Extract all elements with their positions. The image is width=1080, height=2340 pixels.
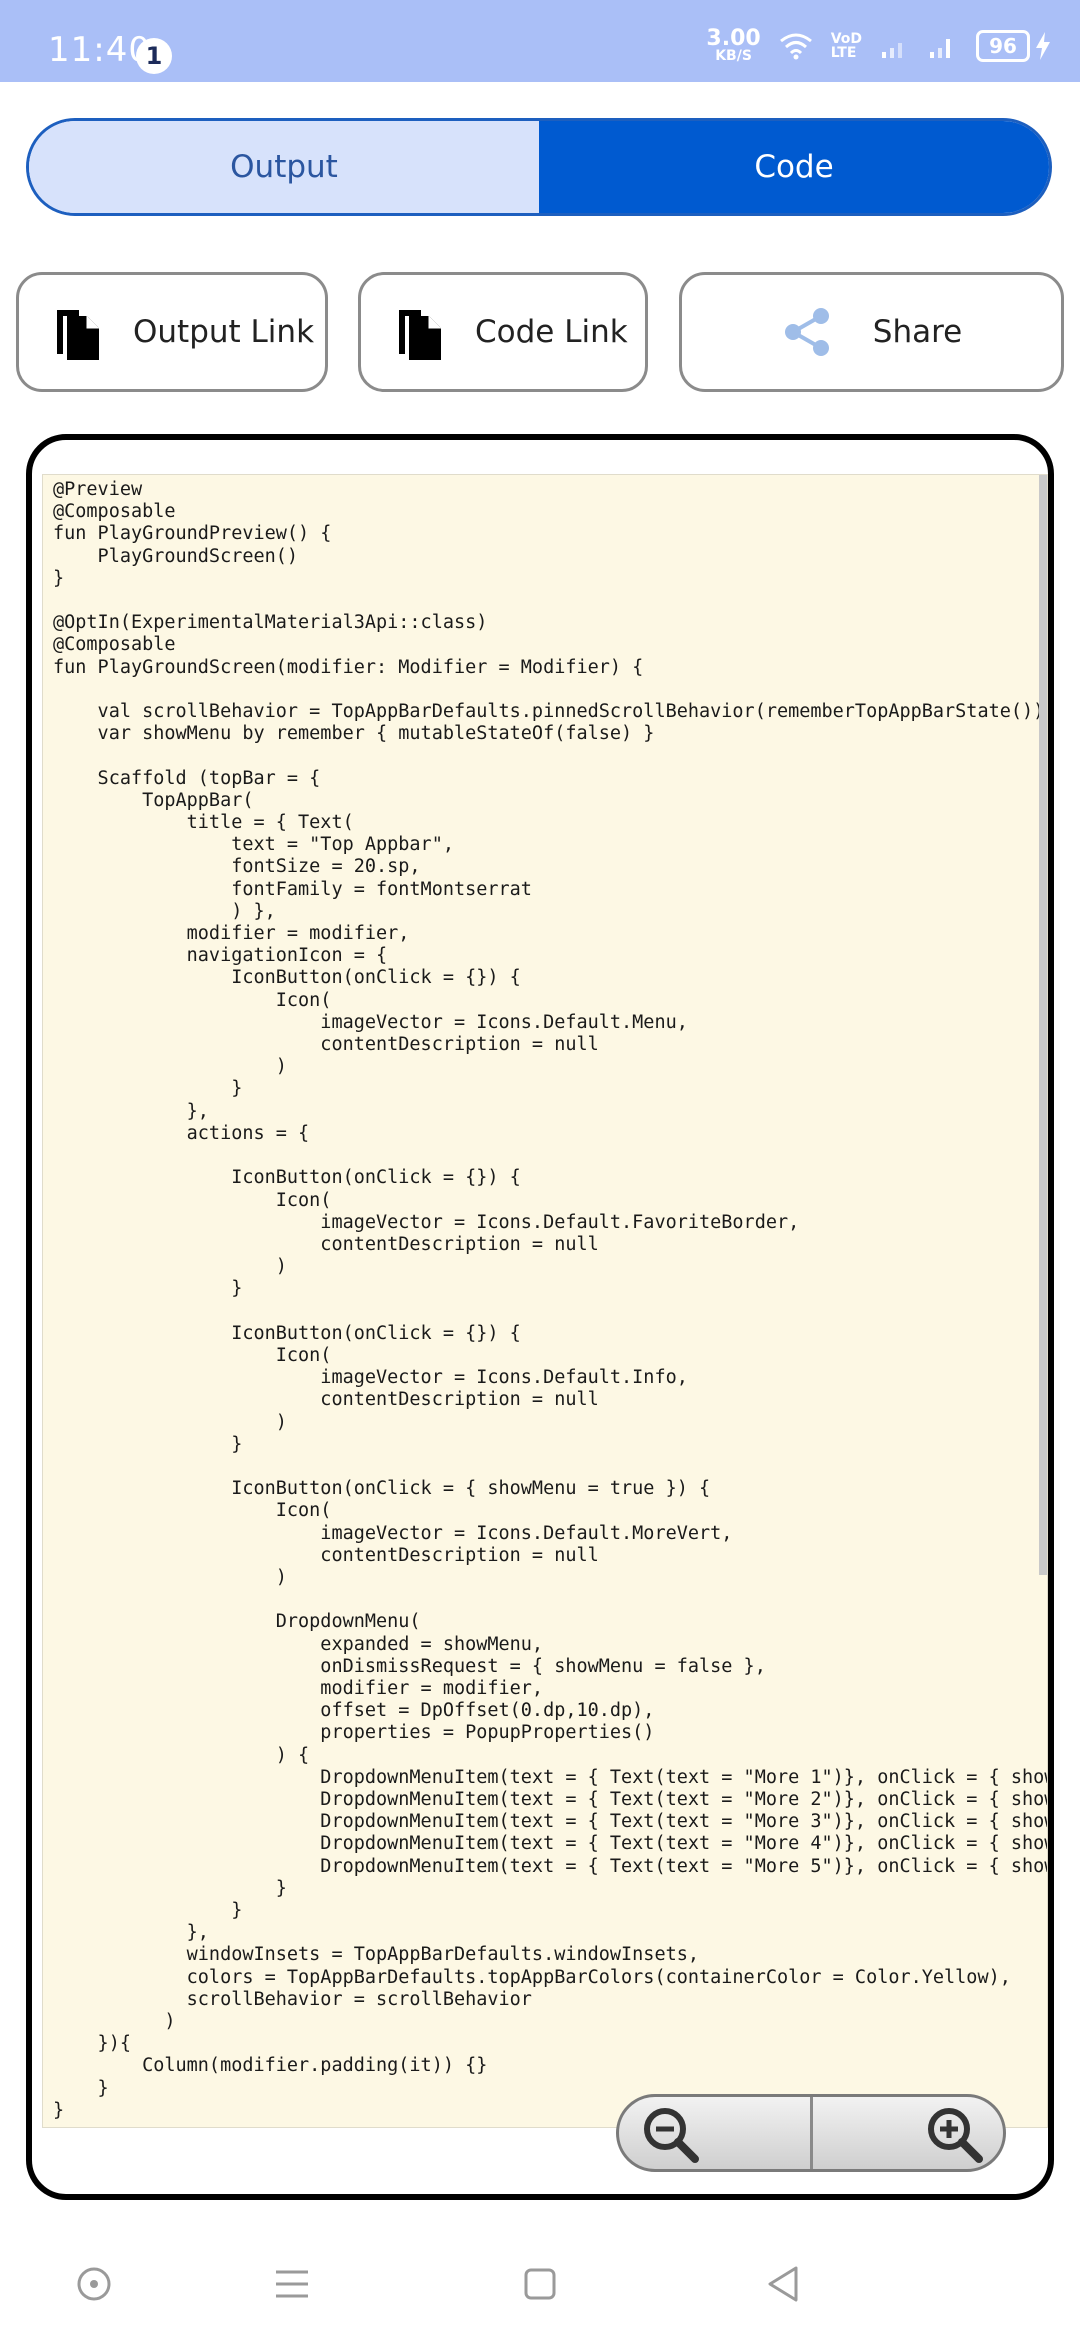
copy-file-icon <box>57 310 99 360</box>
assistant-icon[interactable] <box>72 2262 116 2306</box>
zoom-control <box>616 2094 1006 2172</box>
notification-badge: 1 <box>136 38 172 74</box>
home-icon[interactable] <box>518 2262 562 2306</box>
code-scroll-area[interactable]: @Preview @Composable fun PlayGroundPrevi… <box>42 474 1048 2128</box>
view-toggle: Output Code <box>26 118 1052 216</box>
share-label: Share <box>872 314 963 350</box>
network-speed: 3.00 KB/S <box>706 26 761 64</box>
battery-level: 96 <box>976 30 1030 62</box>
code-link-button[interactable]: Code Link <box>358 272 648 392</box>
status-bar: 11:40 1 3.00 KB/S VoD LTE 96 <box>0 0 1080 82</box>
zoom-out-icon <box>644 2108 699 2163</box>
scrollbar[interactable] <box>1039 475 1047 1575</box>
battery-indicator: 96 <box>976 30 1052 62</box>
zoom-in-icon <box>928 2108 983 2163</box>
tab-output[interactable]: Output <box>29 121 539 213</box>
output-link-button[interactable]: Output Link <box>16 272 328 392</box>
output-link-label: Output Link <box>133 314 315 350</box>
status-time: 11:40 <box>48 30 151 70</box>
network-type-bottom: LTE <box>830 45 857 61</box>
share-button[interactable]: Share <box>679 272 1064 392</box>
charging-bolt-icon <box>1036 32 1050 60</box>
menu-icon[interactable] <box>270 2262 314 2306</box>
zoom-in-button[interactable] <box>813 2097 1004 2169</box>
share-icon <box>784 308 829 356</box>
network-speed-value: 3.00 <box>706 26 761 51</box>
lte-icon: VoD LTE <box>831 32 862 60</box>
network-type-top: VoD <box>830 31 862 47</box>
status-indicators: 3.00 KB/S VoD LTE 96 <box>706 26 1052 66</box>
zoom-out-button[interactable] <box>619 2097 813 2169</box>
wifi-icon <box>779 33 812 60</box>
code-viewer: @Preview @Composable fun PlayGroundPrevi… <box>26 434 1054 2200</box>
back-icon[interactable] <box>762 2262 806 2306</box>
code-text: @Preview @Composable fun PlayGroundPrevi… <box>53 479 1047 2121</box>
system-nav-bar <box>0 2240 1080 2340</box>
tab-code[interactable]: Code <box>539 121 1049 213</box>
network-speed-unit: KB/S <box>715 48 752 64</box>
signal-icon <box>882 43 902 58</box>
code-link-label: Code Link <box>475 314 628 350</box>
copy-file-icon <box>399 310 441 360</box>
signal-icon-2 <box>930 39 950 58</box>
